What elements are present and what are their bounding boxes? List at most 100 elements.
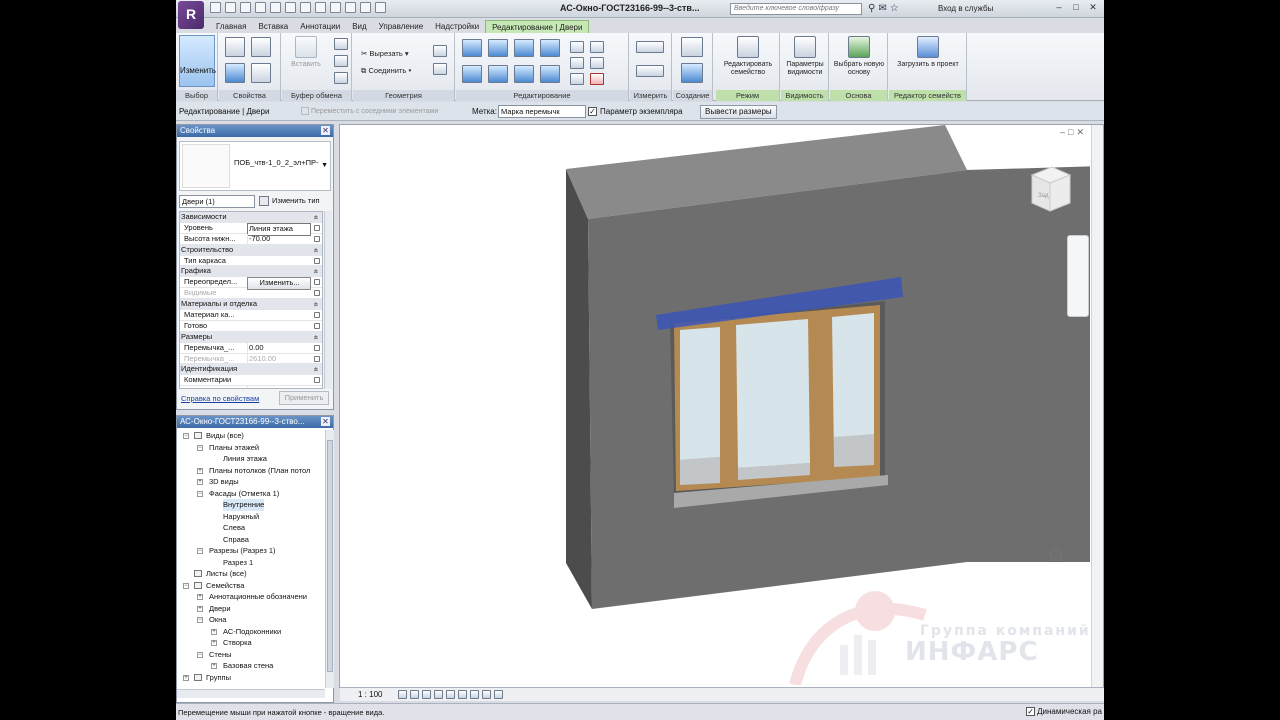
mirror-pick-icon[interactable] [514, 39, 534, 57]
collapse-icon[interactable]: − [197, 444, 203, 451]
view-scale[interactable]: 1 : 100 [358, 690, 382, 699]
3d-viewport[interactable]: –□✕ Группа компаний ИНФАРС Зад 1: 100 [339, 124, 1104, 701]
associate-param-icon[interactable] [314, 290, 320, 297]
associate-param-icon[interactable] [314, 279, 320, 286]
lock-view-icon[interactable] [458, 690, 467, 699]
expand-icon[interactable]: + [197, 594, 203, 600]
type-properties-icon[interactable] [251, 37, 271, 57]
undo-icon[interactable] [255, 2, 266, 13]
collapse-icon[interactable]: − [197, 651, 203, 658]
property-row[interactable]: Маркировка1 [180, 386, 322, 389]
browser-node[interactable]: + Группы [177, 672, 325, 684]
expand-icon[interactable]: + [211, 628, 217, 635]
search-input[interactable]: Введите ключевое слово/фразу [730, 3, 862, 15]
cut-geometry-button[interactable]: ✂ Вырезать ▾ [361, 49, 409, 58]
property-row[interactable]: Комментарии [180, 375, 322, 387]
pick-host-button[interactable]: Выбрать новую основу [832, 36, 886, 77]
delete-icon[interactable] [590, 73, 604, 85]
scrollbar-thumb[interactable] [327, 440, 333, 672]
associate-param-icon[interactable] [314, 344, 320, 351]
dimension-icon[interactable] [636, 65, 664, 77]
tag-select[interactable]: Марка перемычк [498, 105, 586, 118]
browser-node[interactable]: − Фасады (Отметка 1) [177, 488, 325, 500]
rotate-icon[interactable] [514, 65, 534, 83]
collapse-icon[interactable]: − [183, 433, 189, 439]
expand-icon[interactable]: + [197, 605, 203, 612]
properties-icon[interactable] [225, 37, 245, 57]
paste-button[interactable]: Вставить [286, 36, 326, 69]
associate-param-icon[interactable] [314, 388, 320, 389]
model-canvas[interactable] [340, 125, 1090, 685]
property-row[interactable]: Перемычка_... 0.00 [180, 342, 322, 354]
browser-node[interactable]: Листы (все) [177, 568, 325, 580]
property-group[interactable]: Зависимости [180, 212, 322, 223]
maximize-icon[interactable]: □ [1069, 2, 1083, 14]
sync-icon[interactable] [240, 2, 251, 13]
type-selector[interactable]: ПОБ_чтв-1_0_2_эл+ПР- ▼ [179, 141, 331, 191]
trim-icon[interactable] [540, 65, 560, 83]
create-similar-icon[interactable] [681, 37, 703, 57]
collapse-icon[interactable]: − [197, 548, 203, 554]
property-value[interactable]: 1 [247, 386, 311, 388]
browser-node[interactable]: Справа [177, 534, 325, 546]
tab-addins[interactable]: Надстройки [429, 20, 485, 33]
instance-param-checkbox[interactable]: ✓ [588, 107, 597, 116]
property-group[interactable]: Материалы и отделка [180, 299, 322, 311]
align-icon[interactable] [462, 39, 482, 57]
visibility-params-button[interactable]: Параметры видимости [783, 36, 827, 77]
join-button[interactable]: ⧉ Соединить ▾ [361, 66, 412, 76]
tab-modify-doors[interactable]: Редактирование | Двери [485, 20, 590, 33]
associate-param-icon[interactable] [314, 235, 320, 242]
edit-type-button[interactable]: Изменить тип [259, 194, 320, 207]
property-value[interactable]: 0.00 [247, 342, 311, 354]
property-row[interactable]: Уровень Линия этажа [180, 222, 322, 236]
property-row[interactable]: Переопредел... Изменить... [180, 277, 322, 291]
instance-filter-select[interactable]: Двери (1) [179, 195, 255, 208]
property-group[interactable]: Идентификация [180, 364, 322, 376]
text-icon[interactable] [315, 2, 326, 13]
edit-family-button[interactable]: Редактировать семейство [718, 36, 778, 77]
wall-joins-icon[interactable] [433, 45, 447, 57]
viewcube[interactable]: Зад [1026, 165, 1072, 215]
measure-icon[interactable] [300, 2, 311, 13]
render-icon[interactable] [446, 690, 455, 699]
temp-hide-icon[interactable] [482, 690, 491, 699]
measure-icon[interactable] [636, 41, 664, 53]
copy-element-icon[interactable] [488, 65, 508, 83]
collapse-icon[interactable]: − [197, 490, 203, 497]
open-icon[interactable] [210, 2, 221, 13]
browser-node[interactable]: − Разрезы (Разрез 1) [177, 545, 325, 557]
browser-hscrollbar[interactable] [177, 689, 325, 698]
login-button[interactable]: Вход в службы [938, 4, 993, 13]
move-with-nearby-checkbox[interactable]: Переместить с соседними элементами [301, 107, 438, 115]
dynamic-checkbox[interactable]: ✓ [1026, 707, 1036, 717]
property-group[interactable]: Графика [180, 266, 322, 278]
expand-icon[interactable]: + [211, 640, 217, 646]
split-icon[interactable] [570, 41, 584, 53]
browser-node[interactable]: Линия этажа [177, 453, 325, 465]
property-row[interactable]: Тип каркаса [180, 256, 322, 267]
tab-view[interactable]: Вид [346, 20, 372, 33]
browser-node[interactable]: + Планы потолков (План потол [177, 465, 325, 477]
properties-help-link[interactable]: Справка по свойствам [181, 394, 259, 403]
visual-style-icon[interactable] [410, 690, 419, 699]
match-properties-icon[interactable] [334, 72, 348, 84]
redo-icon[interactable] [270, 2, 281, 13]
close-icon[interactable]: ✕ [321, 126, 330, 135]
create-group-icon[interactable] [681, 63, 703, 83]
switch-windows-icon[interactable] [375, 2, 386, 13]
browser-node[interactable]: + Створка [177, 637, 325, 649]
associate-param-icon[interactable] [314, 377, 320, 384]
property-value[interactable]: 2610.00 [247, 353, 311, 365]
browser-node[interactable]: Внутренние [177, 499, 325, 511]
cut-icon[interactable] [334, 38, 348, 50]
browser-node[interactable]: Слева [177, 522, 325, 534]
collapse-icon[interactable]: − [197, 617, 203, 623]
property-row[interactable]: Перемычка_... 2610.00 [180, 353, 322, 365]
property-group[interactable]: Размеры [180, 331, 322, 343]
browser-node[interactable]: − Стены [177, 649, 325, 661]
property-group[interactable]: Строительство [180, 244, 322, 256]
detail-level-icon[interactable] [398, 690, 407, 699]
infocenter-icons[interactable]: ⚲✉☆ [868, 3, 902, 14]
expand-icon[interactable]: + [211, 663, 217, 669]
